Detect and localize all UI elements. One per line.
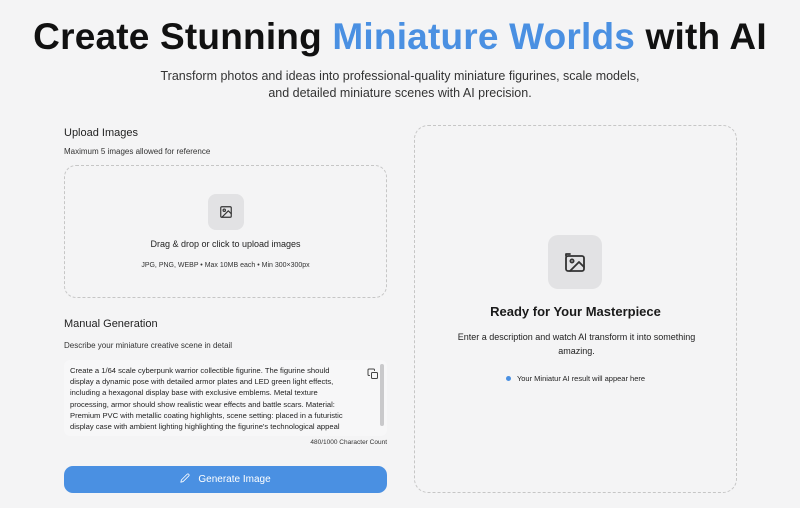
status-dot-icon (505, 376, 511, 381)
generate-image-button[interactable]: Generate Image (64, 466, 387, 493)
result-note: Your Miniatur AI result will appear here (415, 374, 736, 383)
hero-title-accent: Miniature Worlds (332, 16, 636, 57)
hero-title-part2: with AI (635, 16, 767, 57)
manual-hint: Describe your miniature creative scene i… (64, 341, 233, 350)
result-panel: Ready for Your Masterpiece Enter a descr… (414, 125, 737, 493)
result-note-text: Your Miniatur AI result will appear here (516, 374, 646, 383)
copy-icon[interactable] (367, 367, 379, 379)
image-icon (208, 194, 244, 230)
character-count: 480/1000 Character Count (310, 439, 387, 446)
prompt-scrollbar[interactable] (380, 364, 384, 426)
hero-title-part1: Create Stunning (33, 16, 333, 57)
dropzone-label: Drag & drop or click to upload images (150, 239, 301, 249)
pencil-icon (180, 473, 190, 486)
hero-subtitle: Transform photos and ideas into professi… (160, 69, 640, 100)
generate-button-label: Generate Image (198, 474, 271, 485)
result-title: Ready for Your Masterpiece (490, 304, 661, 319)
upload-dropzone[interactable]: Drag & drop or click to upload images JP… (64, 165, 387, 298)
image-placeholder-icon (548, 235, 602, 289)
result-description: Enter a description and watch AI transfo… (457, 332, 696, 356)
prompt-text[interactable]: Create a 1/64 scale cyberpunk warrior co… (70, 365, 345, 432)
prompt-textarea[interactable]: Create a 1/64 scale cyberpunk warrior co… (64, 360, 387, 436)
upload-hint: Maximum 5 images allowed for reference (64, 147, 211, 156)
dropzone-requirements: JPG, PNG, WEBP • Max 10MB each • Min 300… (141, 262, 310, 269)
hero-title: Create Stunning Miniature Worlds with AI (0, 16, 800, 58)
upload-section-title: Upload Images (64, 127, 138, 139)
manual-section-title: Manual Generation (64, 318, 158, 330)
